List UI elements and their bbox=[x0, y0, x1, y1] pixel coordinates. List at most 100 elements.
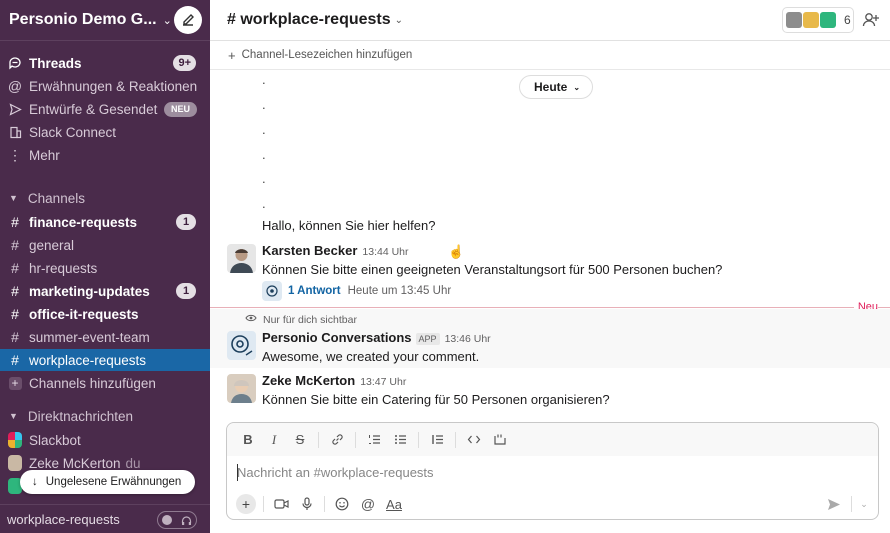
sidebar-item-mentions[interactable]: @ Erwähnungen & Reaktionen bbox=[0, 75, 210, 97]
channel-title[interactable]: # workplace-requests bbox=[227, 11, 391, 29]
code-icon bbox=[467, 435, 481, 444]
new-tag: NEU bbox=[163, 101, 197, 117]
channel-label: marketing-updates bbox=[29, 283, 150, 299]
add-channels-button[interactable]: + Channels hinzufügen bbox=[0, 372, 210, 394]
add-bookmark-button[interactable]: + Channel-Lesezeichen hinzufügen bbox=[210, 41, 890, 70]
message-dot: . bbox=[262, 171, 266, 186]
member-list-button[interactable]: 6 bbox=[782, 7, 854, 33]
sidebar-item-drafts[interactable]: Entwürfe & Gesendet NEU bbox=[0, 98, 210, 120]
visibility-label: Nur für dich sichtbar bbox=[263, 313, 357, 326]
italic-button[interactable]: I bbox=[261, 429, 287, 451]
message-text: Awesome, we created your comment. bbox=[262, 349, 480, 364]
new-messages-divider bbox=[210, 307, 890, 308]
channel-label: workplace-requests bbox=[29, 352, 147, 368]
chevron-down-icon[interactable]: ⌄ bbox=[163, 14, 172, 27]
avatar[interactable] bbox=[227, 244, 256, 273]
toggle-knob bbox=[162, 515, 172, 525]
unread-mentions-button[interactable]: ↓ Ungelesene Erwähnungen bbox=[20, 470, 196, 494]
add-member-icon[interactable] bbox=[861, 10, 881, 30]
mention-button[interactable]: @ bbox=[355, 492, 381, 516]
threads-icon bbox=[8, 56, 22, 70]
message-dot: . bbox=[262, 97, 266, 112]
message-timestamp[interactable]: 13:47 Uhr bbox=[360, 376, 406, 388]
formatting-toggle-button[interactable]: Aa bbox=[381, 492, 407, 516]
sidebar-item-summer-event-team[interactable]: # summer-event-team bbox=[0, 326, 210, 348]
compose-button[interactable] bbox=[174, 6, 202, 34]
thread-last-reply-time: Heute um 13:45 Uhr bbox=[347, 285, 452, 297]
thread-summary[interactable]: 1 Antwort Heute um 13:45 Uhr bbox=[262, 281, 451, 301]
day-divider-label: Heute bbox=[534, 80, 568, 94]
divider bbox=[851, 496, 852, 512]
attach-button[interactable]: + bbox=[233, 492, 259, 516]
sidebar-item-workplace-requests[interactable]: # workplace-requests bbox=[0, 349, 210, 371]
sender-name[interactable]: Personio Conversations bbox=[262, 330, 412, 345]
code-button[interactable] bbox=[461, 429, 487, 451]
formatting-toolbar: B I S bbox=[227, 423, 878, 456]
divider bbox=[418, 431, 419, 448]
sidebar-item-office-it-requests[interactable]: # office-it-requests bbox=[0, 303, 210, 325]
divider bbox=[318, 431, 319, 448]
send-button[interactable] bbox=[821, 492, 847, 516]
hash-icon: # bbox=[11, 329, 19, 345]
message-header: Karsten Becker 13:44 Uhr bbox=[262, 243, 409, 258]
video-icon bbox=[273, 499, 289, 509]
building-icon bbox=[8, 126, 22, 139]
code-block-button[interactable] bbox=[487, 429, 513, 451]
plus-icon: + bbox=[8, 376, 22, 390]
sidebar-item-more[interactable]: ⋮ Mehr bbox=[0, 144, 210, 166]
thread-replies-link[interactable]: 1 Antwort bbox=[288, 285, 341, 297]
sidebar-item-general[interactable]: # general bbox=[0, 234, 210, 256]
message-timestamp[interactable]: 13:46 Uhr bbox=[445, 333, 491, 345]
app-avatar[interactable] bbox=[227, 331, 256, 360]
sidebar-item-finance-requests[interactable]: # finance-requests 1 bbox=[0, 211, 210, 233]
message-text: Können Sie bitte einen geeigneten Verans… bbox=[262, 262, 723, 277]
ordered-list-icon bbox=[368, 435, 380, 444]
at-icon: @ bbox=[360, 496, 376, 512]
caret-down-icon: ▼ bbox=[9, 411, 18, 421]
ordered-list-button[interactable] bbox=[361, 429, 387, 451]
dm-label: Slackbot bbox=[29, 432, 81, 448]
message-input[interactable]: Nachricht an #workplace-requests bbox=[237, 465, 434, 480]
caret-down-icon: ▼ bbox=[9, 193, 18, 203]
bullet-list-button[interactable] bbox=[387, 429, 413, 451]
audio-button[interactable] bbox=[294, 492, 320, 516]
emoji-button[interactable] bbox=[329, 492, 355, 516]
send-icon bbox=[828, 498, 840, 510]
blockquote-button[interactable] bbox=[424, 429, 450, 451]
day-divider-button[interactable]: Heute ⌄ bbox=[519, 75, 594, 99]
visibility-note: Nur für dich sichtbar bbox=[245, 313, 357, 326]
hash-icon: # bbox=[11, 283, 19, 299]
hash-icon: # bbox=[11, 352, 19, 368]
huddle-toggle[interactable] bbox=[157, 511, 197, 529]
workspace-name[interactable]: Personio Demo G... bbox=[9, 11, 157, 29]
channel-label: summer-event-team bbox=[29, 329, 150, 345]
unread-badge: 1 bbox=[176, 214, 196, 230]
link-button[interactable] bbox=[324, 429, 350, 451]
chevron-down-icon[interactable]: ⌄ bbox=[856, 499, 872, 510]
sender-name[interactable]: Zeke McKerton bbox=[262, 373, 355, 388]
sidebar-item-label: Threads bbox=[29, 55, 82, 71]
message-timestamp[interactable]: 13:44 Uhr bbox=[362, 246, 408, 258]
divider bbox=[263, 496, 264, 512]
message-header: Zeke McKerton 13:47 Uhr bbox=[262, 373, 406, 388]
dm-section-header[interactable]: ▼ Direktnachrichten bbox=[0, 405, 210, 427]
sidebar-item-marketing-updates[interactable]: # marketing-updates 1 bbox=[0, 280, 210, 302]
strikethrough-button[interactable]: S bbox=[287, 429, 313, 451]
chevron-down-icon[interactable]: ⌄ bbox=[395, 15, 403, 26]
sidebar-item-threads[interactable]: Threads 9+ bbox=[0, 52, 210, 74]
video-button[interactable] bbox=[268, 492, 294, 516]
workspace-header[interactable]: Personio Demo G... ⌄ bbox=[0, 0, 210, 41]
send-icon bbox=[8, 102, 22, 116]
bold-button[interactable]: B bbox=[235, 429, 261, 451]
message-dot: . bbox=[262, 122, 266, 137]
sidebar-item-slack-connect[interactable]: Slack Connect bbox=[0, 121, 210, 143]
sidebar-item-hr-requests[interactable]: # hr-requests bbox=[0, 257, 210, 279]
at-icon: @ bbox=[7, 78, 23, 94]
dm-self-suffix: du bbox=[125, 455, 141, 471]
microphone-icon bbox=[302, 497, 312, 510]
sidebar-item-slackbot[interactable]: Slackbot bbox=[0, 429, 210, 451]
channels-section-header[interactable]: ▼ Channels bbox=[0, 187, 210, 209]
sender-name[interactable]: Karsten Becker bbox=[262, 243, 357, 258]
avatar[interactable] bbox=[227, 374, 256, 403]
channel-view: # workplace-requests ⌄ 6 + Channel-Lesez… bbox=[210, 0, 890, 533]
